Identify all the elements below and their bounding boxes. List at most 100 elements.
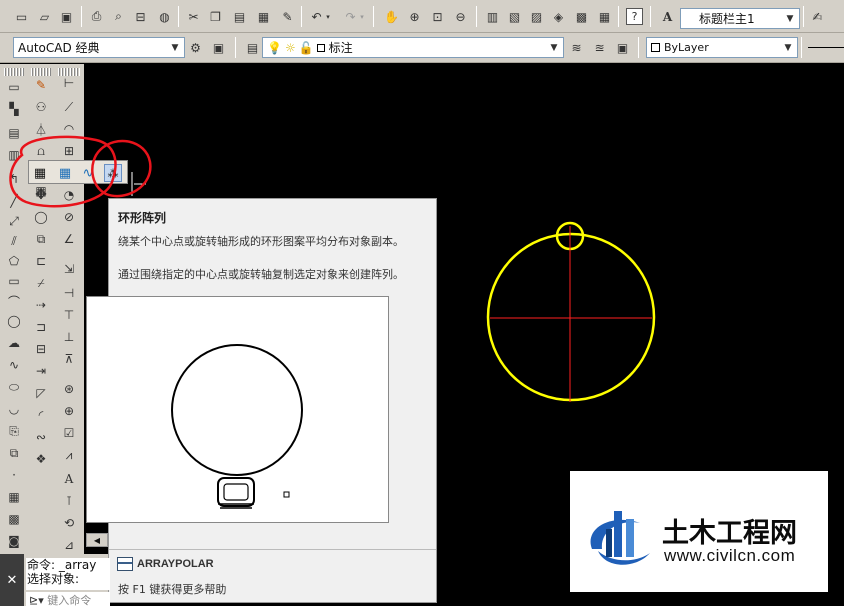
help-icon[interactable]: ?	[626, 8, 643, 25]
dim-text-edit-icon[interactable]: A	[60, 470, 78, 488]
aligned-dim-icon[interactable]: ⟋	[60, 98, 78, 116]
dim-space-icon[interactable]: ⊥	[60, 328, 78, 346]
multiline-icon[interactable]: ⫽	[5, 232, 23, 250]
chevron-down-icon[interactable]: ▼	[783, 11, 797, 26]
table-icon[interactable]: ▤	[5, 124, 23, 142]
publish-icon[interactable]: ⊟	[132, 8, 149, 25]
line-draw-icon[interactable]: ╱	[5, 192, 23, 210]
undo-icon[interactable]: ↶	[308, 8, 325, 25]
break-at-point-icon[interactable]: ⊐	[32, 318, 50, 336]
ellipse-icon[interactable]: ⬭	[5, 378, 23, 396]
command-input[interactable]: ⊵▾ 键入命令	[26, 592, 110, 606]
scroll-left-button[interactable]: ◀	[86, 533, 108, 547]
text-style-select[interactable]: 标题栏主1 ▼	[680, 8, 800, 29]
circle-icon[interactable]: ◯	[5, 312, 23, 330]
revision-cloud-icon[interactable]: ☁	[5, 334, 23, 352]
erase-icon[interactable]: ✎	[32, 76, 50, 94]
explode-icon[interactable]: ❖	[32, 450, 50, 468]
gear-icon[interactable]: ⚙	[187, 39, 204, 56]
match-properties-icon[interactable]: ✎	[279, 8, 296, 25]
tolerance-icon[interactable]: ⊛	[60, 380, 78, 398]
linear-dim-icon[interactable]: ⊢	[60, 74, 78, 92]
attribute-icon[interactable]: ▥	[5, 146, 23, 164]
layer-select[interactable]: 💡 ☼ 🔓 标注 ▼	[262, 37, 564, 58]
scale-icon[interactable]: ⧉	[32, 230, 50, 248]
cut-icon[interactable]: ✂	[185, 8, 202, 25]
tool-palettes-icon[interactable]: ▨	[528, 8, 545, 25]
redo-icon[interactable]: ↷	[342, 8, 359, 25]
zoom-window-icon[interactable]: ⊡	[429, 8, 446, 25]
workspace-select[interactable]: AutoCAD 经典 ▼	[13, 37, 185, 58]
extend-icon[interactable]: ⇢	[32, 296, 50, 314]
move-icon[interactable]: ✥	[32, 186, 50, 204]
markup-icon[interactable]: ▩	[573, 8, 590, 25]
rotate-icon[interactable]: ◯	[32, 208, 50, 226]
polygon-icon[interactable]: ⬠	[5, 252, 23, 270]
copy-object-icon[interactable]: ⚇	[32, 98, 50, 116]
diameter-dim-icon[interactable]: ⊘	[60, 208, 78, 226]
copy-icon[interactable]: ❐	[207, 8, 224, 25]
layer-previous-icon[interactable]: ≊	[591, 39, 608, 56]
stretch-icon[interactable]: ⊏	[32, 252, 50, 270]
block-icon[interactable]: ▦	[255, 8, 272, 25]
chamfer-icon[interactable]: ◸	[32, 384, 50, 402]
dimension-style-icon[interactable]: ✍	[809, 8, 826, 25]
array-rectangular-icon[interactable]: ▦	[56, 164, 74, 182]
join-icon[interactable]: ⇥	[32, 362, 50, 380]
pan-icon[interactable]: ✋	[383, 8, 400, 25]
open-icon[interactable]: ▱	[36, 8, 53, 25]
dim-break-icon[interactable]: ⊼	[60, 350, 78, 368]
array-path-icon[interactable]: ∿	[79, 164, 97, 182]
properties-icon[interactable]: ▥	[484, 8, 501, 25]
continue-dim-icon[interactable]: ⊤	[60, 306, 78, 324]
dim-update-icon[interactable]: ⟲	[60, 514, 78, 532]
gradient-icon[interactable]: ▩	[5, 510, 23, 528]
make-block-icon[interactable]: ⧉	[5, 444, 23, 462]
color-select[interactable]: ByLayer ▼	[646, 37, 798, 58]
point-icon[interactable]: ·	[5, 466, 23, 484]
center-mark-icon[interactable]: ⊕	[60, 402, 78, 420]
offset-icon[interactable]: ⩍	[32, 142, 50, 160]
polyline-icon[interactable]: ↰	[5, 170, 23, 188]
redo-dropdown-icon[interactable]: ▾	[358, 8, 366, 25]
hatch-icon[interactable]: ▦	[5, 488, 23, 506]
insert-block-icon[interactable]: ⎘	[5, 422, 23, 440]
chevron-down-icon[interactable]: ▼	[547, 40, 561, 55]
spline-icon[interactable]: ∿	[5, 356, 23, 374]
workspace-settings-icon[interactable]: ▣	[210, 39, 227, 56]
rectangle-icon[interactable]: ▭	[5, 272, 23, 290]
ellipse-arc-icon[interactable]: ◡	[5, 400, 23, 418]
jogged-linear-icon[interactable]: ⩘	[60, 446, 78, 464]
angular-dim-icon[interactable]: ∠	[60, 230, 78, 248]
toolbar-grip[interactable]	[4, 68, 24, 76]
undo-dropdown-icon[interactable]: ▾	[324, 8, 332, 25]
break-icon[interactable]: ⊟	[32, 340, 50, 358]
plot-icon[interactable]: ◍	[156, 8, 173, 25]
dim-edit-icon[interactable]: ⊺	[60, 492, 78, 510]
dim-style-icon[interactable]: ⊿	[60, 536, 78, 554]
toolbar-grip[interactable]	[31, 68, 51, 76]
calculator-icon[interactable]: ▦	[596, 8, 613, 25]
radius-dim-icon[interactable]: ◔	[60, 186, 78, 204]
zoom-previous-icon[interactable]: ⊖	[452, 8, 469, 25]
ordinate-dim-icon[interactable]: ⊞	[60, 142, 78, 160]
mirror-icon[interactable]: ⏃	[32, 120, 50, 138]
design-center-icon[interactable]: ▧	[506, 8, 523, 25]
array-rect-icon[interactable]: ▦	[31, 164, 49, 182]
region-icon[interactable]: ◙	[5, 532, 23, 550]
construction-line-icon[interactable]: ⤢	[5, 212, 23, 230]
sheet-set-icon[interactable]: ◈	[550, 8, 567, 25]
zoom-realtime-icon[interactable]: ⊕	[406, 8, 423, 25]
line-icon[interactable]: ▭	[5, 78, 23, 96]
trim-icon[interactable]: ⌿	[32, 274, 50, 292]
close-icon[interactable]: ✕	[0, 554, 24, 606]
preview-icon[interactable]: ⌕	[110, 8, 127, 25]
chevron-down-icon[interactable]: ▼	[781, 40, 795, 55]
arc-length-dim-icon[interactable]: ◠	[60, 120, 78, 138]
paste-icon[interactable]: ▤	[231, 8, 248, 25]
layer-states-icon[interactable]: ▣	[614, 39, 631, 56]
layer-manager-icon[interactable]: ▤	[244, 39, 261, 56]
new-icon[interactable]: ▭	[13, 8, 30, 25]
chevron-down-icon[interactable]: ▼	[168, 40, 182, 55]
text-style-icon[interactable]: A	[659, 8, 676, 25]
